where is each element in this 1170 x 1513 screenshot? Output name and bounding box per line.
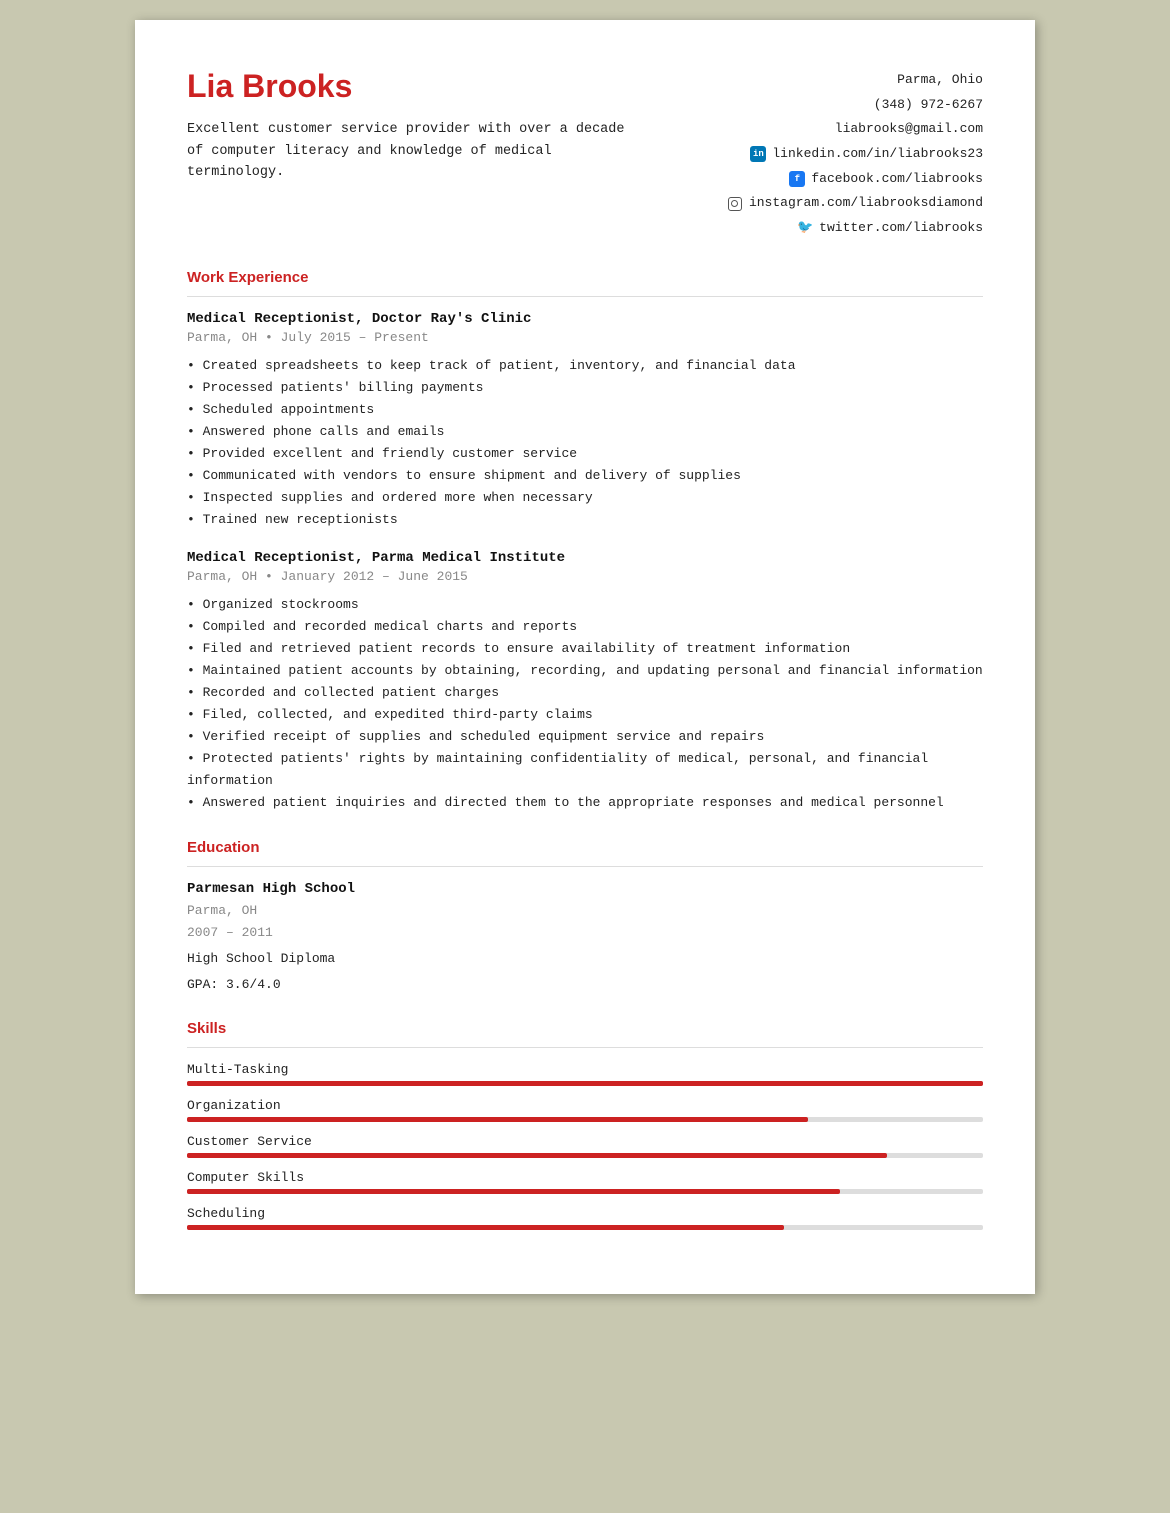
school-years: 2007 – 2011 <box>187 922 983 944</box>
instagram-icon <box>727 196 743 212</box>
header-left: Lia Brooks Excellent customer service pr… <box>187 68 727 184</box>
job-2-title: Medical Receptionist, Parma Medical Inst… <box>187 550 983 566</box>
job-1: Medical Receptionist, Doctor Ray's Clini… <box>187 311 983 532</box>
twitter-line: 🐦 twitter.com/liabrooks <box>727 216 983 241</box>
skill-row: Multi-Tasking <box>187 1062 983 1086</box>
skill-bar-fill <box>187 1189 840 1194</box>
job-1-title: Medical Receptionist, Doctor Ray's Clini… <box>187 311 983 327</box>
list-item: Scheduled appointments <box>187 399 983 421</box>
skills-section: Skills Multi-Tasking Organization Customer… <box>187 1020 983 1230</box>
list-item: Compiled and recorded medical charts and… <box>187 616 983 638</box>
linkedin-text: linkedin.com/in/liabrooks23 <box>772 142 983 167</box>
linkedin-line: in linkedin.com/in/liabrooks23 <box>727 142 983 167</box>
list-item: Provided excellent and friendly customer… <box>187 443 983 465</box>
school-location: Parma, OH <box>187 900 983 922</box>
skills-title: Skills <box>187 1020 983 1037</box>
list-item: Processed patients' billing payments <box>187 377 983 399</box>
skill-name: Scheduling <box>187 1206 983 1221</box>
phone-text: (348) 972-6267 <box>727 93 983 118</box>
list-item: Created spreadsheets to keep track of pa… <box>187 355 983 377</box>
header-section: Lia Brooks Excellent customer service pr… <box>187 68 983 241</box>
skill-name: Multi-Tasking <box>187 1062 983 1077</box>
list-item: Filed and retrieved patient records to e… <box>187 638 983 660</box>
gpa-text: GPA: 3.6/4.0 <box>187 974 983 996</box>
list-item: Answered patient inquiries and directed … <box>187 792 983 814</box>
list-item: Trained new receptionists <box>187 509 983 531</box>
skill-row: Scheduling <box>187 1206 983 1230</box>
skill-bar-background <box>187 1153 983 1158</box>
skill-row: Computer Skills <box>187 1170 983 1194</box>
job-1-meta: Parma, OH • July 2015 – Present <box>187 330 983 345</box>
summary-text: Excellent customer service provider with… <box>187 119 647 184</box>
work-experience-title: Work Experience <box>187 269 983 286</box>
twitter-text: twitter.com/liabrooks <box>819 216 983 241</box>
instagram-line: instagram.com/liabrooksdiamond <box>727 191 983 216</box>
skill-bar-fill <box>187 1153 887 1158</box>
job-2: Medical Receptionist, Parma Medical Inst… <box>187 550 983 815</box>
education-divider <box>187 866 983 867</box>
list-item: Verified receipt of supplies and schedul… <box>187 726 983 748</box>
skill-name: Customer Service <box>187 1134 983 1149</box>
list-item: Recorded and collected patient charges <box>187 682 983 704</box>
skill-bar-fill <box>187 1225 784 1230</box>
linkedin-icon: in <box>750 146 766 162</box>
list-item: Filed, collected, and expedited third-pa… <box>187 704 983 726</box>
skill-bar-fill <box>187 1081 983 1086</box>
list-item: Maintained patient accounts by obtaining… <box>187 660 983 682</box>
skill-bar-background <box>187 1117 983 1122</box>
education-section: Education Parmesan High School Parma, OH… <box>187 839 983 996</box>
list-item: Protected patients' rights by maintainin… <box>187 748 983 792</box>
work-experience-section: Work Experience Medical Receptionist, Do… <box>187 269 983 815</box>
list-item: Answered phone calls and emails <box>187 421 983 443</box>
job-2-bullets: Organized stockrooms Compiled and record… <box>187 594 983 815</box>
twitter-icon: 🐦 <box>797 220 813 236</box>
skills-list: Multi-Tasking Organization Customer Servic… <box>187 1062 983 1230</box>
skill-row: Customer Service <box>187 1134 983 1158</box>
email-line: liabrooks@gmail.com <box>727 117 983 142</box>
header-right: Parma, Ohio (348) 972-6267 liabrooks@gma… <box>727 68 983 241</box>
skill-bar-background <box>187 1225 983 1230</box>
resume-page: Lia Brooks Excellent customer service pr… <box>135 20 1035 1294</box>
job-1-bullets: Created spreadsheets to keep track of pa… <box>187 355 983 532</box>
skill-bar-fill <box>187 1117 808 1122</box>
instagram-text: instagram.com/liabrooksdiamond <box>749 191 983 216</box>
degree-text: High School Diploma <box>187 948 983 970</box>
work-divider <box>187 296 983 297</box>
skills-divider <box>187 1047 983 1048</box>
list-item: Inspected supplies and ordered more when… <box>187 487 983 509</box>
candidate-name: Lia Brooks <box>187 68 727 105</box>
facebook-icon: f <box>789 171 805 187</box>
facebook-text: facebook.com/liabrooks <box>811 167 983 192</box>
skill-bar-background <box>187 1189 983 1194</box>
skill-row: Organization <box>187 1098 983 1122</box>
school-name: Parmesan High School <box>187 881 983 897</box>
location-text: Parma, Ohio <box>727 68 983 93</box>
skill-name: Organization <box>187 1098 983 1113</box>
email-text: liabrooks@gmail.com <box>835 117 983 142</box>
facebook-line: f facebook.com/liabrooks <box>727 167 983 192</box>
education-title: Education <box>187 839 983 856</box>
skill-name: Computer Skills <box>187 1170 983 1185</box>
job-2-meta: Parma, OH • January 2012 – June 2015 <box>187 569 983 584</box>
list-item: Communicated with vendors to ensure ship… <box>187 465 983 487</box>
list-item: Organized stockrooms <box>187 594 983 616</box>
skill-bar-background <box>187 1081 983 1086</box>
